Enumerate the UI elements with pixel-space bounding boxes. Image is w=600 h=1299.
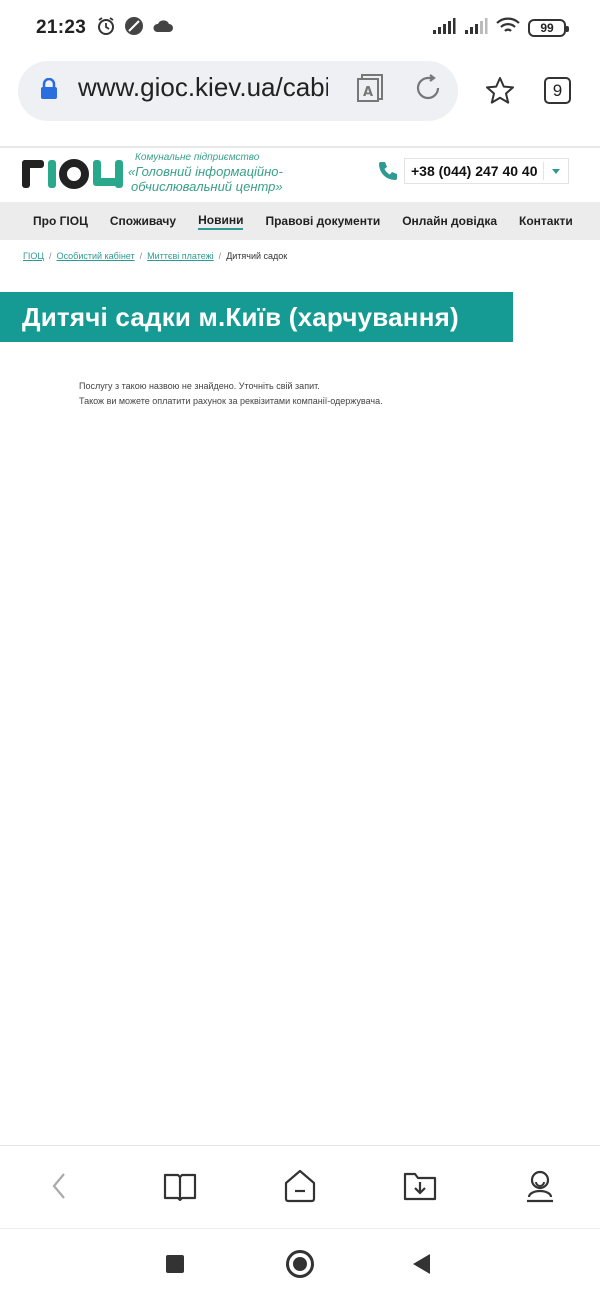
home-button[interactable] xyxy=(286,1250,314,1278)
breadcrumb: ГІОЦ / Особистий кабінет / Миттєві плате… xyxy=(23,251,287,261)
site-header: Комунальне підприємство «Головний інформ… xyxy=(0,148,600,202)
nav-item-online-help[interactable]: Онлайн довідка xyxy=(402,214,497,228)
recents-button[interactable] xyxy=(166,1255,184,1273)
nav-item-legal-docs[interactable]: Правові документи xyxy=(265,214,380,228)
breadcrumb-separator: / xyxy=(49,251,52,261)
nav-item-consumer[interactable]: Споживачу xyxy=(110,214,176,228)
breadcrumb-link-payments[interactable]: Миттєві платежі xyxy=(147,251,214,261)
url-text[interactable]: www.gioc.kiev.ua/cabinet xyxy=(78,72,328,103)
alarm-icon xyxy=(96,16,116,41)
back-icon[interactable] xyxy=(41,1168,77,1204)
home-icon[interactable] xyxy=(282,1168,318,1204)
back-button[interactable] xyxy=(413,1254,430,1274)
divider xyxy=(543,162,544,180)
lock-icon[interactable] xyxy=(40,77,58,105)
message-line: Також ви можете оплатити рахунок за рекв… xyxy=(79,396,383,406)
nav-item-about[interactable]: Про ГІОЦ xyxy=(33,214,88,228)
status-time: 21:23 xyxy=(36,17,87,38)
not-found-message: Послугу з такою назвою не знайдено. Уточ… xyxy=(79,379,383,409)
status-bar: 21:23 99 xyxy=(0,0,600,56)
no-data-icon xyxy=(124,16,144,41)
nav-item-news[interactable]: Новини xyxy=(198,213,244,230)
browser-bar: www.gioc.kiev.ua/cabinet A 9 xyxy=(0,56,600,146)
tagline-line2: обчислювальний центр» xyxy=(131,179,283,194)
star-icon[interactable] xyxy=(485,76,515,109)
tagline: «Головний інформаційно- обчислювальний ц… xyxy=(128,164,283,194)
page-title: Дитячі садки м.Київ (харчування) xyxy=(22,301,459,332)
breadcrumb-link-cabinet[interactable]: Особистий кабінет xyxy=(57,251,135,261)
chevron-down-icon[interactable] xyxy=(552,169,560,174)
cloud-icon xyxy=(152,19,174,38)
wifi-icon xyxy=(496,17,520,40)
phone-number[interactable]: +38 (044) 247 40 40 xyxy=(405,163,538,179)
reload-icon[interactable] xyxy=(414,74,442,107)
gioc-logo[interactable] xyxy=(22,156,126,190)
message-line: Послугу з такою назвою не знайдено. Уточ… xyxy=(79,381,320,391)
reader-mode-icon[interactable]: A xyxy=(356,73,384,108)
profile-icon[interactable] xyxy=(522,1168,558,1204)
phone-selector[interactable]: +38 (044) 247 40 40 xyxy=(404,158,569,184)
signal-icon xyxy=(464,17,488,40)
phone-icon xyxy=(377,160,399,187)
browser-bottom-toolbar xyxy=(0,1146,600,1228)
tagline-small: Комунальне підприємство xyxy=(135,152,260,163)
tabs-count-button[interactable]: 9 xyxy=(544,77,571,104)
nav-item-contacts[interactable]: Контакти xyxy=(519,214,573,228)
battery-icon: 99 xyxy=(528,19,569,37)
tagline-line1: «Головний інформаційно- xyxy=(128,164,283,179)
signal-icon xyxy=(432,17,456,40)
breadcrumb-separator: / xyxy=(218,251,222,261)
breadcrumb-link-home[interactable]: ГІОЦ xyxy=(23,251,44,261)
android-navigation-bar xyxy=(0,1229,600,1299)
breadcrumb-separator: / xyxy=(139,251,143,261)
main-nav: Про ГІОЦ Споживачу Новини Правові докуме… xyxy=(0,202,600,240)
breadcrumb-current: Дитячий садок xyxy=(226,251,288,261)
downloads-folder-icon[interactable] xyxy=(402,1168,438,1204)
title-banner: Дитячі садки м.Київ (харчування) xyxy=(0,292,513,342)
book-icon[interactable] xyxy=(162,1168,198,1204)
svg-text:A: A xyxy=(363,85,373,100)
